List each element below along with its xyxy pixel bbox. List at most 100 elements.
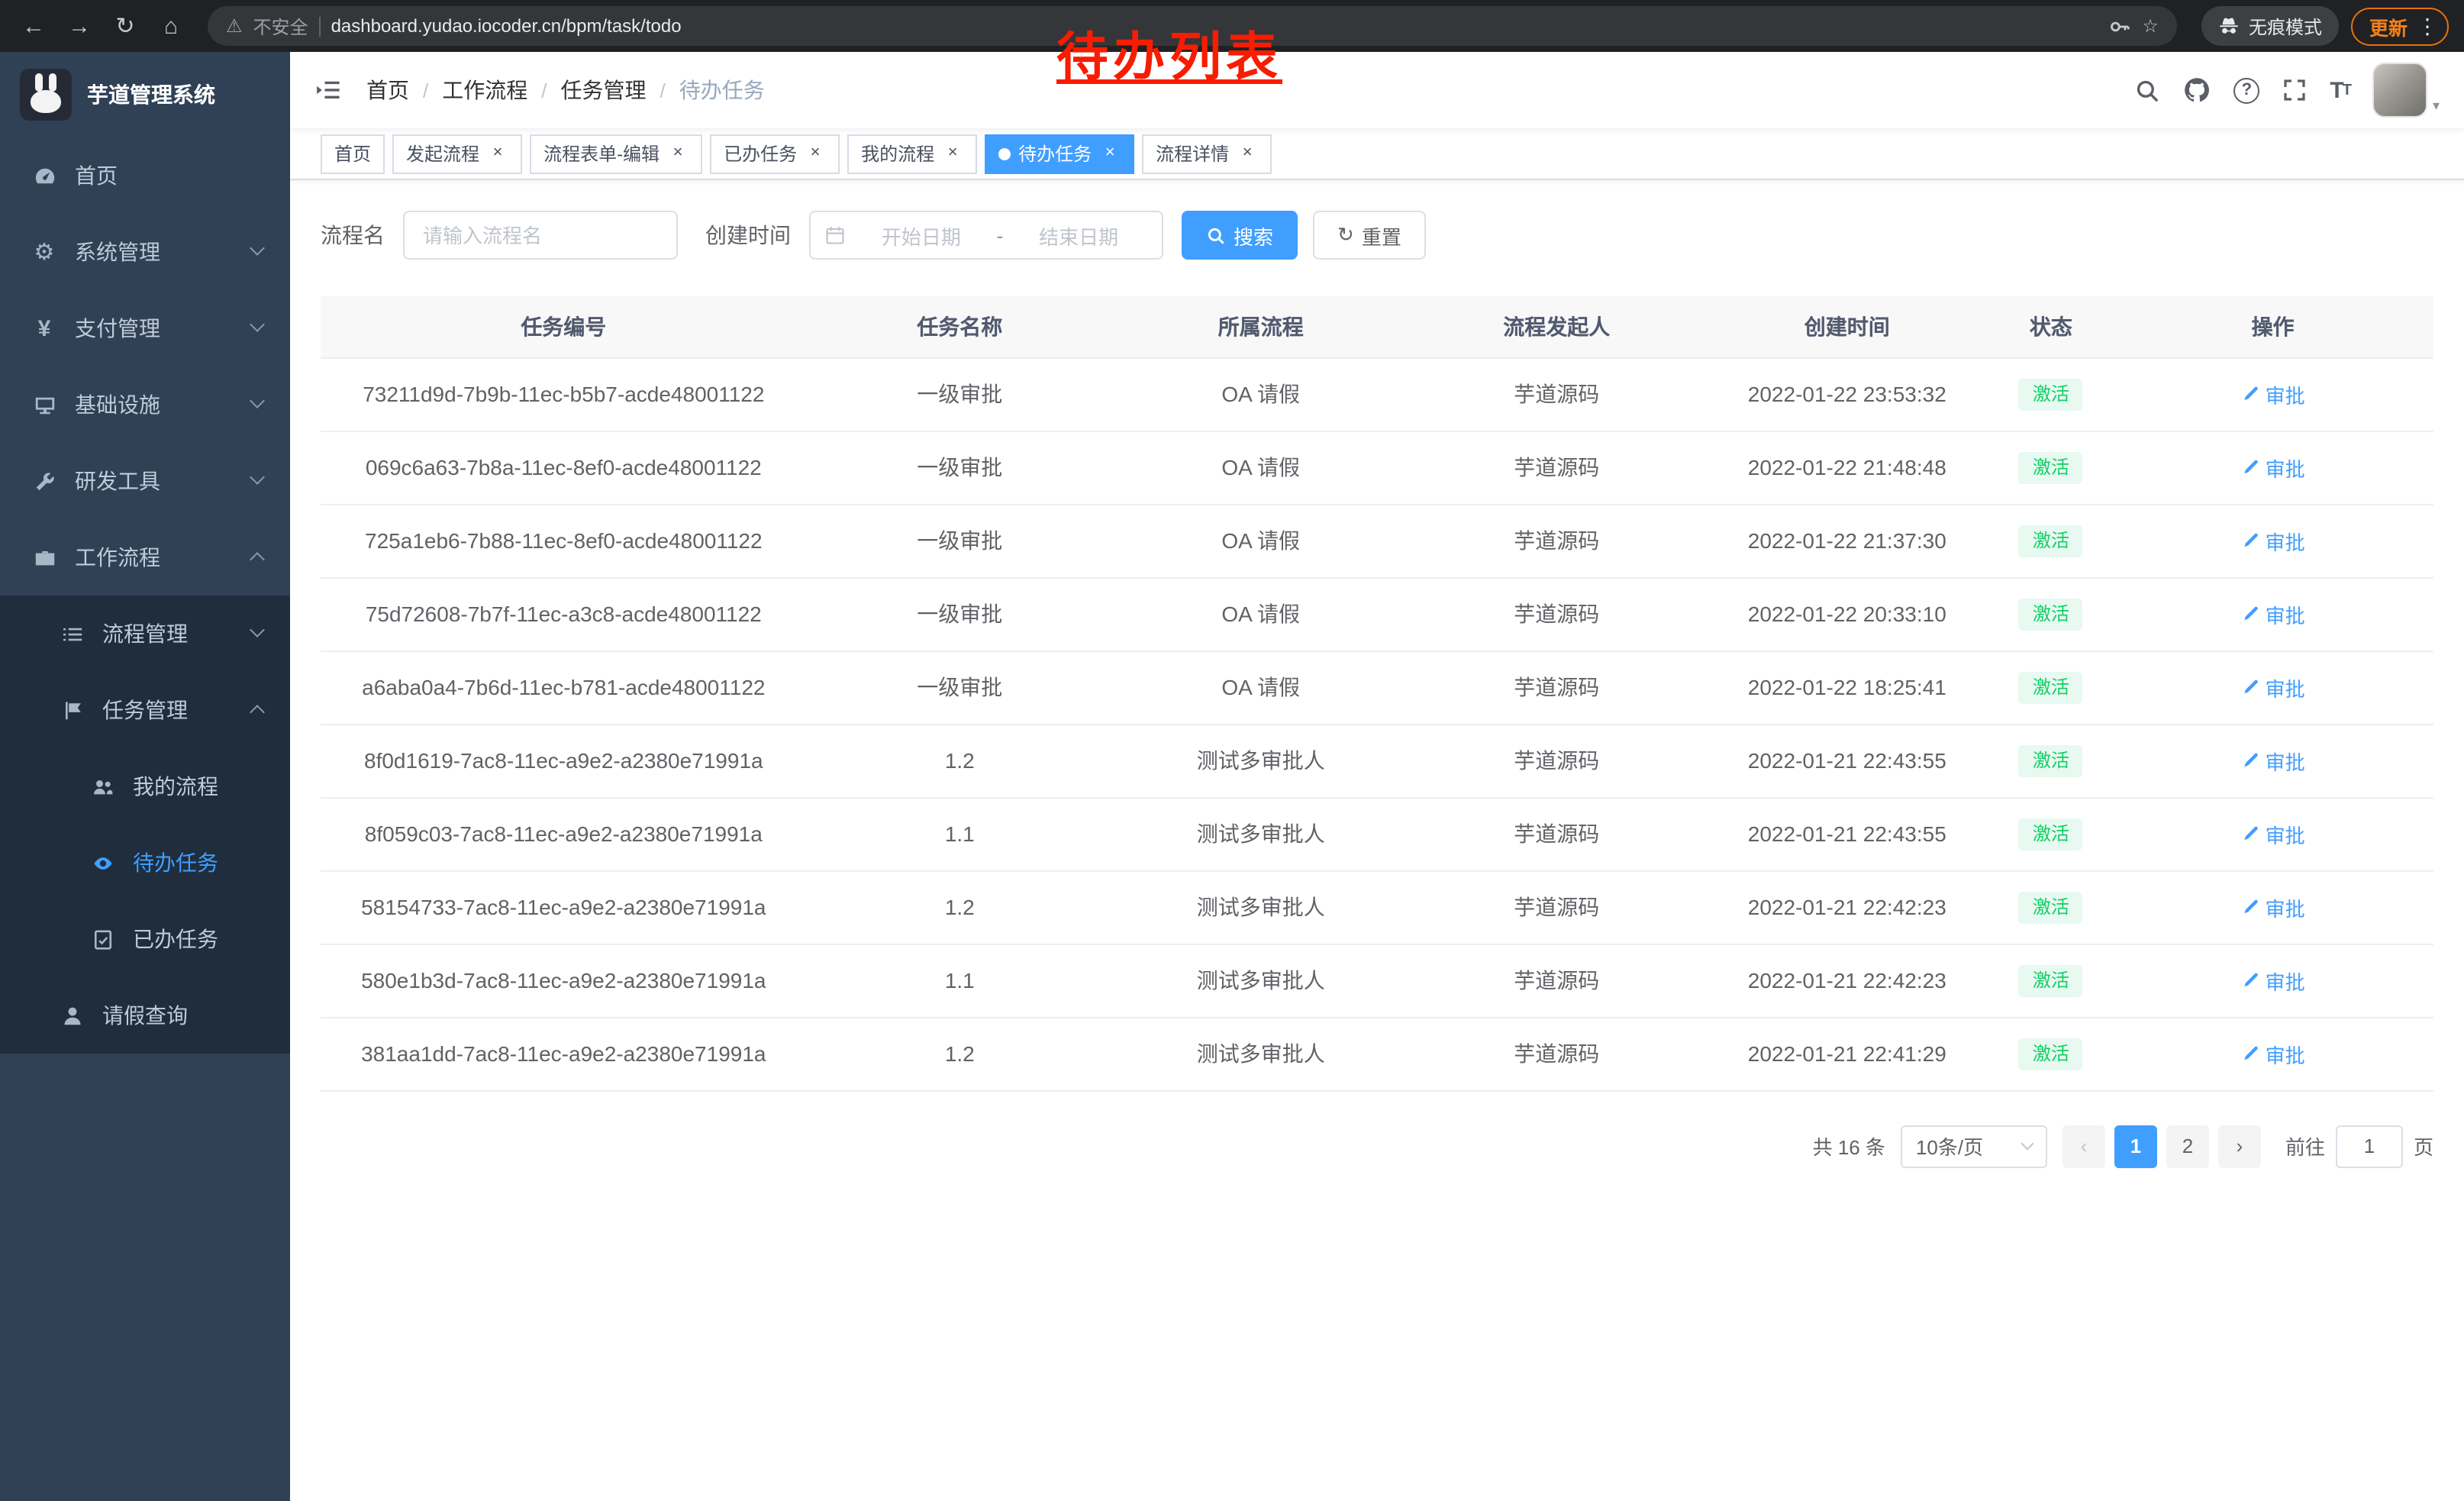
cell-process: OA 请假 [1113, 504, 1409, 577]
cell-action: 审批 [2112, 504, 2433, 577]
sidebar-item-home[interactable]: 首页 [0, 137, 290, 214]
github-icon[interactable] [2183, 76, 2211, 104]
sidebar-item-workflow[interactable]: 工作流程 [0, 519, 290, 596]
url-text[interactable]: dashboard.yudao.iocoder.cn/bpm/task/todo [331, 15, 682, 37]
status-badge: 激活 [2019, 598, 2083, 630]
prev-page-button[interactable]: ‹ [2062, 1125, 2105, 1167]
col-task-id: 任务编号 [321, 296, 807, 357]
fullscreen-icon[interactable] [2282, 78, 2307, 102]
tab-todo-task[interactable]: 待办任务 × [985, 134, 1134, 173]
approve-link[interactable]: 审批 [2241, 746, 2305, 775]
reset-button[interactable]: ↻ 重置 [1313, 211, 1426, 260]
breadcrumb-task-mgmt[interactable]: 任务管理 [561, 75, 647, 105]
warning-icon: ⚠ [226, 15, 243, 37]
approve-link[interactable]: 审批 [2241, 453, 2305, 482]
close-icon[interactable]: × [667, 143, 689, 164]
breadcrumb-home[interactable]: 首页 [366, 75, 409, 105]
tab-start-process[interactable]: 发起流程 × [392, 134, 522, 173]
cell-created: 2022-01-22 18:25:41 [1704, 650, 1990, 724]
page-button-1[interactable]: 1 [2114, 1125, 2157, 1167]
browser-menu-icon[interactable]: ⋮ [2417, 13, 2438, 39]
home-icon[interactable]: ⌂ [150, 5, 192, 47]
collapse-sidebar-icon[interactable] [314, 76, 342, 104]
sidebar-item-todo-task[interactable]: 待办任务 [0, 825, 290, 901]
back-icon[interactable]: ← [12, 5, 55, 47]
forward-icon[interactable]: → [58, 5, 101, 47]
font-size-icon[interactable]: TT [2330, 77, 2350, 103]
sidebar-item-leave-query[interactable]: 请假查询 [0, 977, 290, 1054]
security-label[interactable]: 不安全 [253, 13, 308, 39]
sidebar-item-payment[interactable]: ¥ 支付管理 [0, 290, 290, 366]
approve-link-label: 审批 [2266, 379, 2305, 408]
filter-bar: 流程名 创建时间 开始日期 - 结束日期 [321, 211, 2433, 260]
sidebar-item-done-task[interactable]: 已办任务 [0, 901, 290, 977]
close-icon[interactable]: × [1099, 143, 1121, 164]
close-icon[interactable]: × [805, 143, 826, 164]
breadcrumb-separator: / [541, 79, 547, 102]
breadcrumb-separator: / [660, 79, 666, 102]
table-header-row: 任务编号 任务名称 所属流程 流程发起人 创建时间 状态 操作 [321, 296, 2433, 357]
approve-link[interactable]: 审批 [2241, 526, 2305, 555]
approve-link[interactable]: 审批 [2241, 673, 2305, 702]
sidebar-item-task-mgmt[interactable]: 任务管理 [0, 672, 290, 748]
tab-process-detail[interactable]: 流程详情 × [1142, 134, 1272, 173]
close-icon[interactable]: × [942, 143, 963, 164]
tab-my-process[interactable]: 我的流程 × [847, 134, 977, 173]
update-button[interactable]: 更新 ⋮ [2351, 7, 2449, 45]
create-time-label: 创建时间 [705, 220, 791, 250]
breadcrumb-workflow[interactable]: 工作流程 [442, 75, 527, 105]
cell-task-id: 75d72608-7b7f-11ec-a3c8-acde48001122 [321, 577, 807, 650]
approve-link[interactable]: 审批 [2241, 379, 2305, 408]
chevron-down-icon [250, 622, 265, 638]
cell-created: 2022-01-22 21:48:48 [1704, 431, 1990, 504]
sidebar-item-process-mgmt[interactable]: 流程管理 [0, 596, 290, 672]
incognito-icon [2218, 15, 2240, 37]
chevron-up-icon [250, 705, 265, 720]
approve-link[interactable]: 审批 [2241, 599, 2305, 628]
approve-link[interactable]: 审批 [2241, 893, 2305, 922]
status-badge: 激活 [2019, 964, 2083, 996]
yen-icon: ¥ [31, 315, 58, 341]
chevron-down-icon [250, 393, 265, 408]
tab-home[interactable]: 首页 [321, 134, 385, 173]
page-button-2[interactable]: 2 [2166, 1125, 2209, 1167]
tab-label: 发起流程 [406, 140, 479, 166]
chevron-down-icon [250, 317, 265, 332]
user-menu[interactable]: ▾ [2373, 63, 2440, 118]
next-page-button[interactable]: › [2218, 1125, 2261, 1167]
tab-done-task[interactable]: 已办任务 × [710, 134, 840, 173]
sidebar-item-infrastructure[interactable]: 基础设施 [0, 366, 290, 443]
password-key-icon[interactable] [2108, 15, 2131, 37]
cell-status: 激活 [1990, 724, 2113, 797]
bookmark-star-icon[interactable]: ☆ [2142, 15, 2159, 37]
goto-page-input[interactable] [2336, 1125, 2403, 1167]
cell-status: 激活 [1990, 504, 2113, 577]
cell-initiator: 芋道源码 [1408, 1017, 1704, 1090]
approve-link[interactable]: 审批 [2241, 1039, 2305, 1068]
end-date-placeholder[interactable]: 结束日期 [1009, 221, 1148, 250]
check-doc-icon [89, 928, 116, 951]
process-name-input[interactable] [403, 211, 678, 260]
search-button[interactable]: 搜索 [1182, 211, 1298, 260]
start-date-placeholder[interactable]: 开始日期 [852, 221, 991, 250]
table-row: 381aa1dd-7ac8-11ec-a9e2-a2380e71991a 1.2… [321, 1017, 2433, 1090]
date-range-picker[interactable]: 开始日期 - 结束日期 [809, 211, 1163, 260]
app-frame: 芋道管理系统 首页 ⚙ 系统管理 ¥ 支付管理 [0, 52, 2464, 1501]
approve-link[interactable]: 审批 [2241, 819, 2305, 848]
app-logo[interactable]: 芋道管理系统 [0, 52, 290, 137]
sidebar-item-my-process[interactable]: 我的流程 [0, 748, 290, 825]
approve-link[interactable]: 审批 [2241, 966, 2305, 995]
search-icon[interactable] [2134, 77, 2160, 103]
page-size-select[interactable]: 10条/页 [1901, 1125, 2047, 1167]
sidebar-item-system[interactable]: ⚙ 系统管理 [0, 214, 290, 290]
help-icon[interactable]: ? [2233, 77, 2259, 103]
gear-icon: ⚙ [31, 238, 58, 266]
chevron-down-icon [250, 470, 265, 485]
close-icon[interactable]: × [1237, 143, 1258, 164]
avatar[interactable] [2373, 63, 2428, 118]
sidebar-item-label: 工作流程 [75, 542, 160, 573]
close-icon[interactable]: × [487, 143, 508, 164]
reload-icon[interactable]: ↻ [104, 5, 147, 47]
tab-form-edit[interactable]: 流程表单-编辑 × [530, 134, 702, 173]
sidebar-item-devtools[interactable]: 研发工具 [0, 443, 290, 519]
